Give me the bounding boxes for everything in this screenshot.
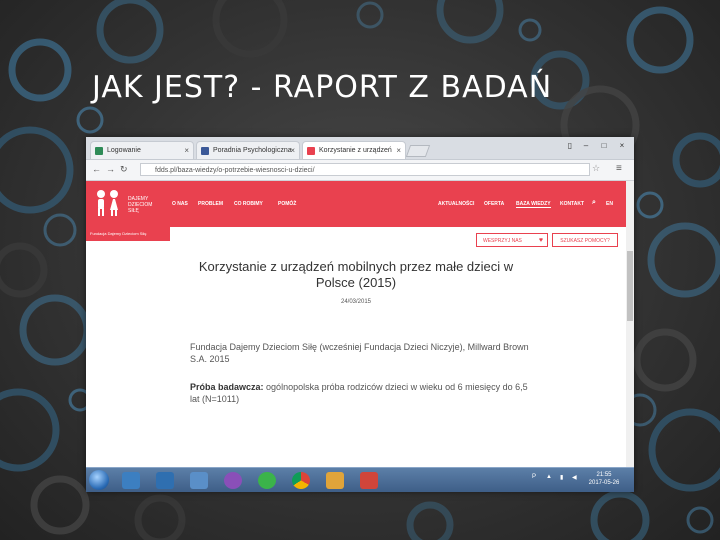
browser-tab-bar: Logowanie × Poradnia Psychologiczna × Ko… — [86, 137, 634, 160]
network-icon[interactable]: ▮ — [560, 474, 563, 481]
article-source: Fundacja Dajemy Dzieciom Siłę (wcześniej… — [190, 342, 529, 364]
chrome-icon[interactable] — [292, 472, 310, 489]
tab-label: Logowanie — [107, 147, 141, 154]
language-indicator[interactable]: P — [532, 474, 536, 480]
close-icon[interactable]: × — [184, 142, 189, 159]
support-button-label: WESPRZYJ NAS — [483, 238, 522, 244]
close-icon[interactable]: × — [396, 142, 401, 159]
windows-taskbar: P ▲ ▮ ◀ 21:55 2017-05-26 — [86, 467, 634, 492]
address-bar-row: ← → ↻ fdds.pl/baza-wiedzy/o-potrzebie-wi… — [86, 160, 634, 181]
help-button[interactable]: SZUKASZ POMOCY? — [552, 233, 618, 247]
url-text: fdds.pl/baza-wiedzy/o-potrzebie-wiesnosc… — [155, 167, 315, 174]
nav-link[interactable]: PROBLEM — [198, 201, 223, 207]
article-date: 24/03/2015 — [340, 299, 372, 305]
app-icon[interactable] — [258, 472, 276, 489]
app-icon[interactable] — [224, 472, 242, 489]
bookmark-star-icon[interactable]: ☆ — [592, 163, 600, 174]
tab-label: Poradnia Psychologiczna — [213, 147, 292, 154]
browser-screenshot: Logowanie × Poradnia Psychologiczna × Ko… — [86, 137, 634, 492]
minimize-icon[interactable]: – — [580, 141, 592, 150]
url-input[interactable]: fdds.pl/baza-wiedzy/o-potrzebie-wiesnosc… — [140, 163, 590, 176]
start-button[interactable] — [89, 470, 109, 490]
tab-favicon-icon — [307, 147, 315, 155]
sample-label: Próba badawcza: — [190, 382, 264, 392]
file-explorer-icon[interactable] — [122, 472, 140, 489]
support-button[interactable]: WESPRZYJ NAS ♥ — [476, 233, 548, 247]
search-icon[interactable]: ⌕ — [592, 199, 596, 207]
close-icon[interactable]: × — [290, 142, 295, 159]
nav-link[interactable]: POMÓŻ — [278, 201, 296, 207]
folder-icon[interactable] — [326, 472, 344, 489]
maximize-icon[interactable]: □ — [598, 141, 610, 150]
language-link[interactable]: EN — [606, 201, 613, 207]
menu-icon[interactable]: ≡ — [616, 163, 622, 174]
nav-link[interactable]: AKTUALNOŚCI — [438, 201, 474, 207]
system-clock[interactable]: 21:55 2017-05-26 — [584, 471, 624, 487]
close-window-icon[interactable]: × — [616, 141, 628, 150]
slide-title: JAK JEST? - RAPORT Z BADAŃ — [92, 70, 553, 105]
browser-tab-active[interactable]: Korzystanie z urządzeń × — [302, 141, 406, 159]
clock-time: 21:55 — [596, 472, 612, 478]
tray-arrow-icon[interactable]: ▲ — [546, 474, 552, 480]
tab-label: Korzystanie z urządzeń — [319, 147, 392, 154]
nav-link[interactable]: CO ROBIMY — [234, 201, 263, 207]
tab-favicon-icon — [95, 147, 103, 155]
browser-tab[interactable]: Logowanie × — [90, 141, 194, 159]
scrollbar-thumb[interactable] — [627, 251, 633, 321]
user-icon[interactable]: ▯ — [564, 141, 576, 150]
nav-link[interactable]: OFERTA — [484, 201, 504, 207]
powerpoint-icon[interactable] — [360, 472, 378, 489]
article-sample: Próba badawcza: ogólnopolska próba rodzi… — [190, 381, 530, 405]
nav-link[interactable]: KONTAKT — [560, 201, 584, 207]
facebook-icon — [201, 147, 209, 155]
article-title: Korzystanie z urządzeń mobilnych przez m… — [198, 259, 514, 290]
heart-icon: ♥ — [538, 237, 543, 244]
nav-link-active[interactable]: BAZA WIEDZY — [516, 201, 551, 208]
back-icon[interactable]: ← — [92, 164, 101, 174]
volume-icon[interactable]: ◀ — [572, 474, 577, 481]
new-tab-button[interactable] — [405, 145, 431, 157]
site-header: DAJEMY DZIECIOM SIŁĘ O NAS PROBLEM CO RO… — [86, 181, 626, 227]
forward-icon[interactable]: → — [106, 164, 115, 174]
nav-link[interactable]: O NAS — [172, 201, 188, 207]
media-player-icon[interactable] — [156, 472, 174, 489]
logo-text: DAJEMY DZIECIOM SIŁĘ — [128, 196, 153, 214]
logo-children-icon[interactable] — [92, 188, 124, 218]
breadcrumb-strip: Fundacja Dajemy Dzieciom Siłę — [86, 227, 170, 241]
browser-tab[interactable]: Poradnia Psychologiczna × — [196, 141, 300, 159]
web-page: DAJEMY DZIECIOM SIŁĘ O NAS PROBLEM CO RO… — [86, 181, 626, 467]
app-icon[interactable] — [190, 472, 208, 489]
reload-icon[interactable]: ↻ — [120, 164, 128, 175]
clock-date: 2017-05-26 — [588, 480, 620, 486]
scrollbar[interactable] — [626, 181, 634, 467]
